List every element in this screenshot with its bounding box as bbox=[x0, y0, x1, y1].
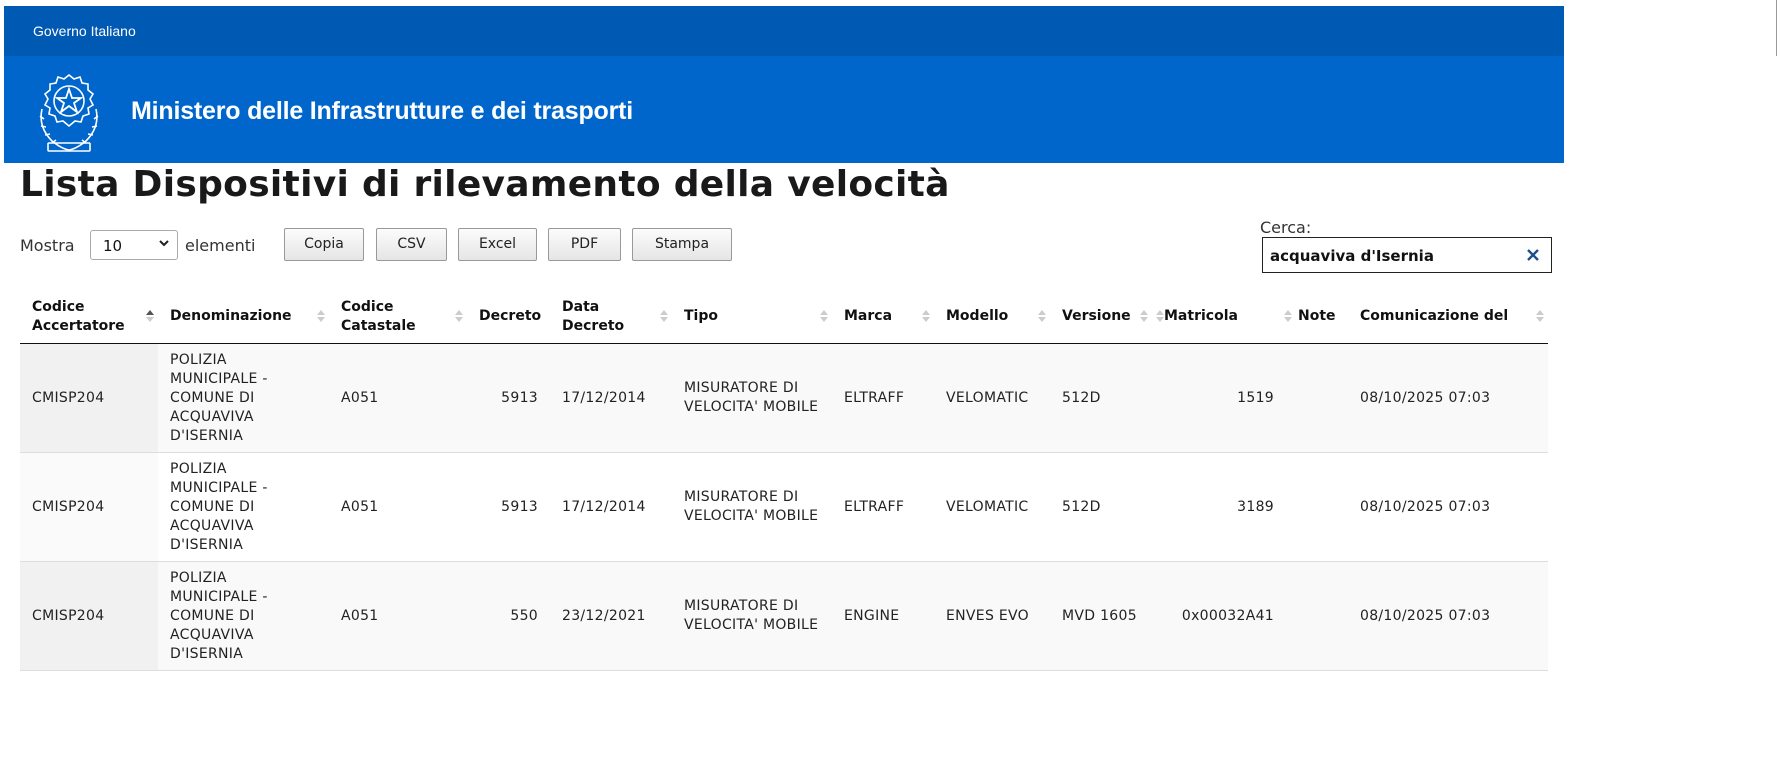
cell-matricola: 3189 bbox=[1152, 452, 1286, 562]
cell-decreto: 550 bbox=[467, 561, 550, 671]
csv-button[interactable]: CSV bbox=[376, 228, 447, 261]
cell-matricola: 0x00032A41 bbox=[1152, 561, 1286, 671]
table-row: CMISP204 POLIZIA MUNICIPALE - COMUNE DI … bbox=[20, 561, 1548, 671]
cell-decreto: 5913 bbox=[467, 343, 550, 453]
column-header-label: Matricola bbox=[1164, 308, 1238, 324]
republic-emblem-icon[interactable] bbox=[34, 69, 104, 157]
cell-modello: VELOMATIC bbox=[934, 343, 1050, 453]
cell-note bbox=[1286, 343, 1348, 453]
cell-codice-accertatore: CMISP204 bbox=[20, 561, 158, 671]
cell-comunicazione-del: 08/10/2025 07:03 bbox=[1348, 561, 1548, 671]
page-title: Lista Dispositivi di rilevamento della v… bbox=[20, 164, 950, 205]
cell-marca: ENGINE bbox=[832, 561, 934, 671]
column-header-codice-catastale[interactable]: Codice Catastale bbox=[329, 290, 467, 344]
pdf-button[interactable]: PDF bbox=[548, 228, 621, 261]
table-header-row: Codice Accertatore Denominazione Codice … bbox=[20, 290, 1548, 344]
column-header-label: Codice Accertatore bbox=[32, 298, 125, 334]
column-header-label: Data Decreto bbox=[562, 298, 625, 334]
cell-modello: ENVES EVO bbox=[934, 561, 1050, 671]
cell-data-decreto: 23/12/2021 bbox=[550, 561, 672, 671]
sort-icon bbox=[820, 310, 828, 322]
search-input-value: acquaviva d'Isernia bbox=[1270, 247, 1434, 265]
sort-icon bbox=[1284, 310, 1292, 322]
cell-versione: 512D bbox=[1050, 343, 1152, 453]
column-header-tipo[interactable]: Tipo bbox=[672, 290, 832, 344]
column-header-label: Versione bbox=[1062, 308, 1131, 324]
column-header-decreto[interactable]: Decreto bbox=[467, 290, 550, 344]
cell-versione: 512D bbox=[1050, 452, 1152, 562]
cell-matricola: 1519 bbox=[1152, 343, 1286, 453]
column-header-matricola[interactable]: Matricola bbox=[1152, 290, 1286, 344]
column-header-modello[interactable]: Modello bbox=[934, 290, 1050, 344]
ministry-header: Ministero delle Infrastrutture e dei tra… bbox=[4, 56, 1564, 163]
cell-codice-catastale: A051 bbox=[329, 343, 467, 453]
sort-ascending-icon bbox=[146, 310, 154, 322]
cell-modello: VELOMATIC bbox=[934, 452, 1050, 562]
sort-icon bbox=[1038, 310, 1046, 322]
sort-icon bbox=[1140, 310, 1148, 322]
column-header-label: Tipo bbox=[684, 308, 718, 324]
cell-codice-catastale: A051 bbox=[329, 561, 467, 671]
cell-tipo: MISURATORE DI VELOCITA' MOBILE bbox=[672, 561, 832, 671]
cell-decreto: 5913 bbox=[467, 452, 550, 562]
cell-marca: ELTRAFF bbox=[832, 452, 934, 562]
sort-icon bbox=[1156, 310, 1164, 322]
cell-note bbox=[1286, 561, 1348, 671]
column-header-data-decreto[interactable]: Data Decreto bbox=[550, 290, 672, 344]
excel-button[interactable]: Excel bbox=[458, 228, 537, 261]
table-row: CMISP204 POLIZIA MUNICIPALE - COMUNE DI … bbox=[20, 343, 1548, 453]
column-header-label: Denominazione bbox=[170, 308, 292, 324]
cell-tipo: MISURATORE DI VELOCITA' MOBILE bbox=[672, 452, 832, 562]
devices-table: Codice Accertatore Denominazione Codice … bbox=[20, 290, 1548, 671]
sort-icon bbox=[660, 310, 668, 322]
entries-label: elementi bbox=[185, 236, 256, 255]
cell-denominazione: POLIZIA MUNICIPALE - COMUNE DI ACQUAVIVA… bbox=[158, 343, 329, 453]
column-header-denominazione[interactable]: Denominazione bbox=[158, 290, 329, 344]
column-header-label: Codice Catastale bbox=[341, 298, 416, 334]
cell-denominazione: POLIZIA MUNICIPALE - COMUNE DI ACQUAVIVA… bbox=[158, 452, 329, 562]
cell-versione: MVD 1605 bbox=[1050, 561, 1152, 671]
cell-denominazione: POLIZIA MUNICIPALE - COMUNE DI ACQUAVIVA… bbox=[158, 561, 329, 671]
sort-icon bbox=[317, 310, 325, 322]
cell-comunicazione-del: 08/10/2025 07:03 bbox=[1348, 343, 1548, 453]
column-header-label: Marca bbox=[844, 308, 893, 324]
column-header-label: Comunicazione del bbox=[1360, 308, 1509, 324]
column-header-marca[interactable]: Marca bbox=[832, 290, 934, 344]
ministry-title[interactable]: Ministero delle Infrastrutture e dei tra… bbox=[131, 97, 633, 126]
government-bar: Governo Italiano bbox=[4, 6, 1564, 56]
cell-note bbox=[1286, 452, 1348, 562]
sort-icon bbox=[455, 310, 463, 322]
page-length-select[interactable]: 10 bbox=[90, 230, 178, 260]
search-label: Cerca: bbox=[1260, 218, 1312, 237]
column-header-label: Decreto bbox=[479, 308, 542, 324]
cell-comunicazione-del: 08/10/2025 07:03 bbox=[1348, 452, 1548, 562]
page-length-value: 10 bbox=[103, 237, 123, 255]
window-edge-divider bbox=[1776, 0, 1777, 56]
government-link[interactable]: Governo Italiano bbox=[33, 23, 136, 39]
cell-codice-accertatore: CMISP204 bbox=[20, 452, 158, 562]
column-header-comunicazione-del[interactable]: Comunicazione del bbox=[1348, 290, 1548, 344]
cell-marca: ELTRAFF bbox=[832, 343, 934, 453]
show-entries-label: Mostra bbox=[20, 236, 75, 255]
column-header-label: Modello bbox=[946, 308, 1009, 324]
chevron-down-icon bbox=[159, 240, 169, 247]
cell-data-decreto: 17/12/2014 bbox=[550, 452, 672, 562]
cell-codice-catastale: A051 bbox=[329, 452, 467, 562]
column-header-versione[interactable]: Versione bbox=[1050, 290, 1152, 344]
column-header-codice-accertatore[interactable]: Codice Accertatore bbox=[20, 290, 158, 344]
cell-data-decreto: 17/12/2014 bbox=[550, 343, 672, 453]
table-row: CMISP204 POLIZIA MUNICIPALE - COMUNE DI … bbox=[20, 452, 1548, 562]
column-header-label: Note bbox=[1298, 308, 1336, 324]
column-header-note[interactable]: Note bbox=[1284, 290, 1348, 344]
sort-icon bbox=[922, 310, 930, 322]
sort-icon bbox=[1536, 310, 1544, 322]
clear-search-icon[interactable] bbox=[1527, 249, 1539, 261]
print-button[interactable]: Stampa bbox=[632, 228, 732, 261]
cell-codice-accertatore: CMISP204 bbox=[20, 343, 158, 453]
copy-button[interactable]: Copia bbox=[284, 228, 364, 261]
cell-tipo: MISURATORE DI VELOCITA' MOBILE bbox=[672, 343, 832, 453]
search-input[interactable]: acquaviva d'Isernia bbox=[1262, 237, 1552, 273]
